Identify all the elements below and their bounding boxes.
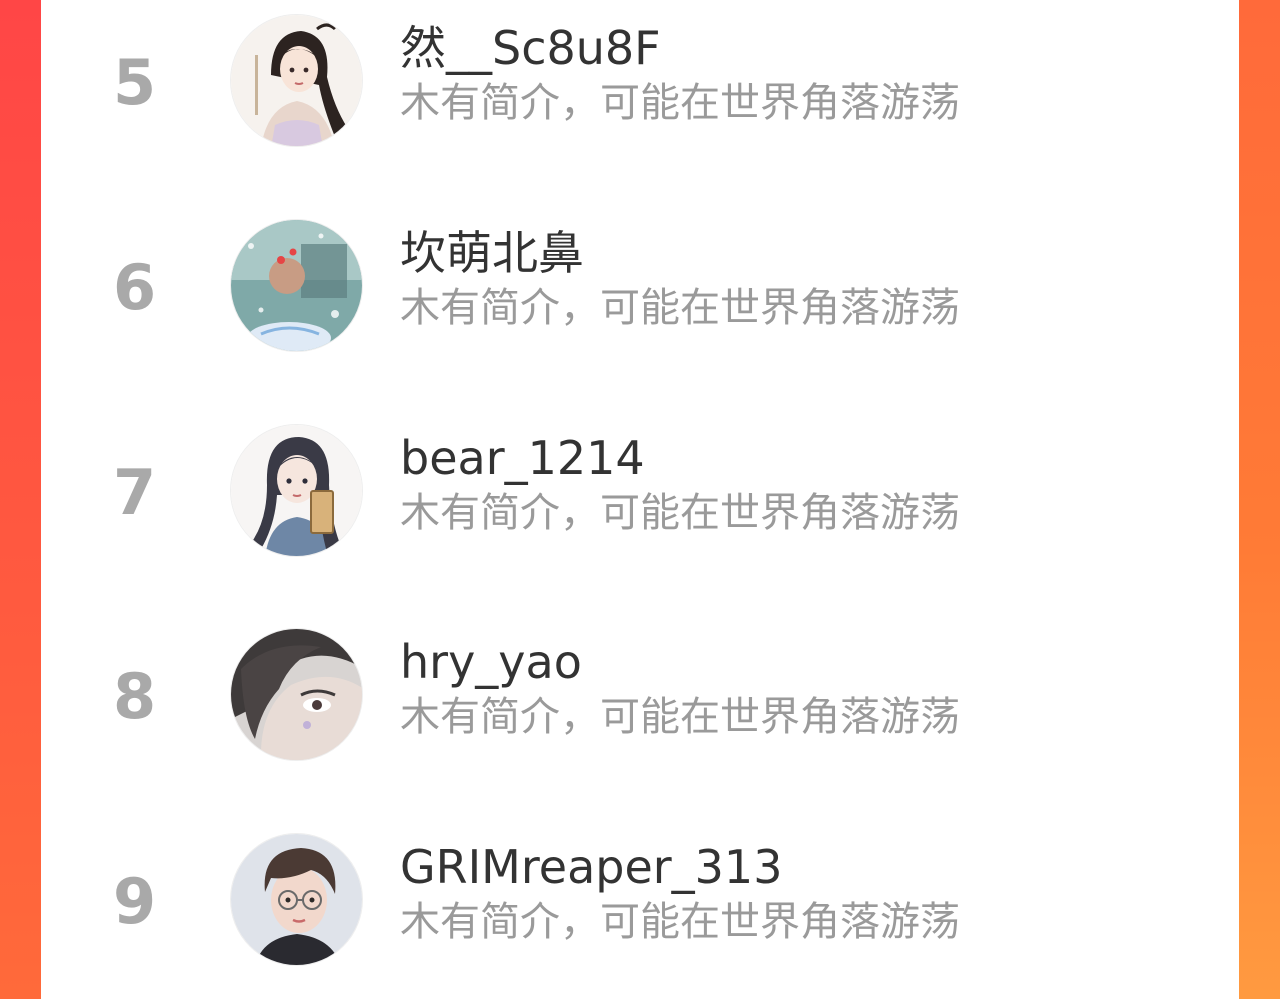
face-closeup-avatar-icon[interactable] — [230, 628, 363, 761]
username[interactable]: 坎萌北鼻 — [400, 225, 584, 281]
user-bio: 木有简介，可能在世界角落游荡 — [400, 285, 960, 331]
rank-number: 6 — [113, 251, 157, 324]
rank-number: 8 — [113, 660, 157, 733]
list-item[interactable]: 7 bear_1214 木有简介，可能在世界角落游荡 — [41, 424, 1239, 564]
username[interactable]: GRIMreaper_313 — [400, 839, 782, 895]
list-item[interactable]: 6 坎萌北鼻 木有简介，可能在世界角落游荡 — [41, 219, 1239, 359]
list-item[interactable]: 5 然__Sc8u8F 木有简介，可能在世界角落游荡 — [41, 14, 1239, 154]
left-frame-border — [0, 0, 41, 999]
user-bio: 木有简介，可能在世界角落游荡 — [400, 694, 960, 740]
username[interactable]: hry_yao — [400, 634, 582, 690]
leaderboard-list: 5 然__Sc8u8F 木有简介，可能在世界角落游荡 6 坎萌北鼻 木有简介，可… — [41, 0, 1239, 999]
list-item[interactable]: 9 GRIMreaper_313 木有简介，可能在世界角落游荡 — [41, 833, 1239, 973]
boy-glasses-avatar-icon[interactable] — [230, 833, 363, 966]
girl-long-hair-avatar-icon[interactable] — [230, 424, 363, 557]
user-bio: 木有简介，可能在世界角落游荡 — [400, 899, 960, 945]
rank-number: 5 — [113, 46, 157, 119]
rank-number: 7 — [113, 456, 157, 529]
user-bio: 木有简介，可能在世界角落游荡 — [400, 80, 960, 126]
girl-hanfu-avatar-icon[interactable] — [230, 14, 363, 147]
user-bio: 木有简介，可能在世界角落游荡 — [400, 490, 960, 536]
bubble-scene-avatar-icon[interactable] — [230, 219, 363, 352]
rank-number: 9 — [113, 865, 157, 938]
username[interactable]: 然__Sc8u8F — [400, 20, 661, 76]
right-frame-border — [1239, 0, 1280, 999]
username[interactable]: bear_1214 — [400, 430, 645, 486]
list-item[interactable]: 8 hry_yao 木有简介，可能在世界角落游荡 — [41, 628, 1239, 768]
